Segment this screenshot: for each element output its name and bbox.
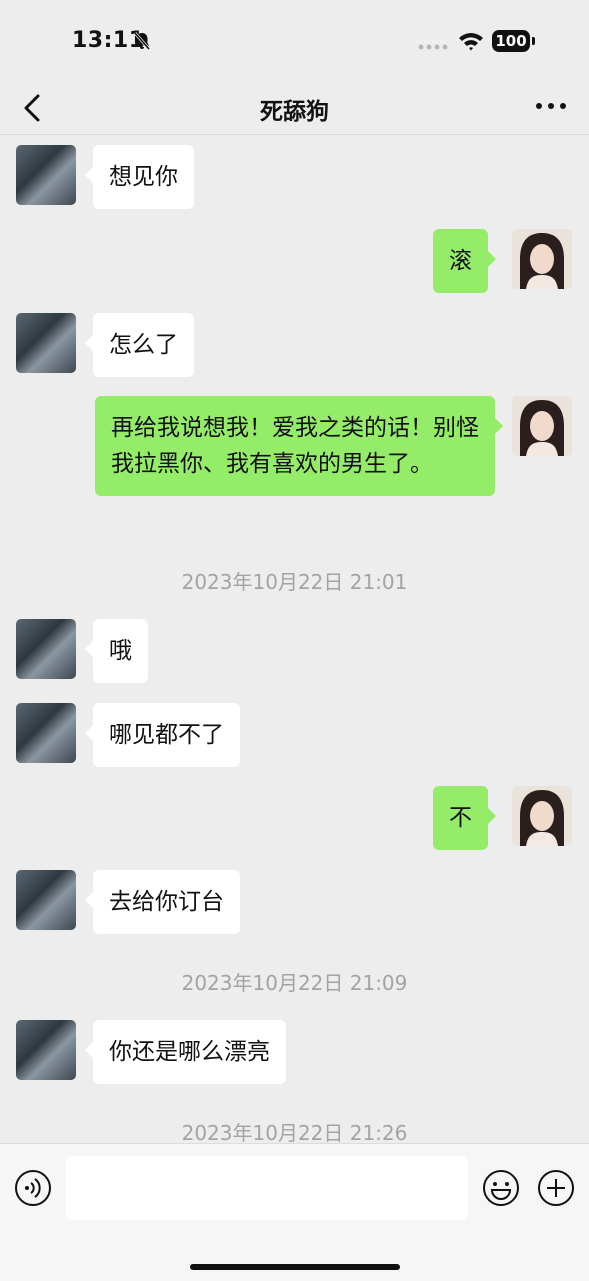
message-bubble-incoming[interactable]: 去给你订台 [85, 870, 240, 934]
contact-avatar[interactable] [16, 145, 76, 205]
user-avatar[interactable] [512, 786, 572, 846]
user-avatar[interactable] [512, 229, 572, 289]
home-indicator [190, 1264, 400, 1270]
battery-tip [532, 37, 535, 45]
message-input[interactable] [66, 1156, 468, 1220]
timestamp: 2023年10月22日 21:26 [181, 1121, 408, 1143]
contact-avatar[interactable] [16, 703, 76, 763]
contact-avatar[interactable] [16, 870, 76, 930]
status-bar: 13:11 100 [0, 0, 589, 84]
chat-title: 死舔狗 [260, 99, 329, 125]
battery-icon: 100 [492, 30, 536, 54]
wifi-icon [459, 33, 483, 51]
contact-avatar[interactable] [16, 1020, 76, 1080]
chat-messages[interactable]: 想见你 滚 怎么了 再给我说想我！爱我之类的话！别怪我拉黑你、我有喜欢的男生了。… [0, 135, 589, 1143]
timestamp: 2023年10月22日 21:09 [181, 971, 408, 995]
emoji-icon[interactable] [482, 1169, 520, 1207]
message-bubble-incoming[interactable]: 想见你 [85, 145, 194, 209]
add-more-icon[interactable] [537, 1169, 575, 1207]
contact-avatar[interactable] [16, 619, 76, 679]
message-bubble-incoming[interactable]: 你还是哪么漂亮 [85, 1020, 286, 1084]
more-options-icon[interactable] [533, 96, 569, 116]
message-bubble-outgoing[interactable]: 再给我说想我！爱我之类的话！别怪我拉黑你、我有喜欢的男生了。 [95, 396, 503, 496]
message-bubble-outgoing[interactable]: 不 [433, 786, 496, 850]
user-avatar[interactable] [512, 396, 572, 456]
battery-level: 100 [492, 30, 530, 52]
input-bar [0, 1143, 589, 1281]
timestamp: 2023年10月22日 21:01 [181, 570, 408, 594]
message-bubble-incoming[interactable]: 哦 [85, 619, 148, 683]
nav-bar: 死舔狗 [0, 84, 589, 135]
message-bubble-incoming[interactable]: 哪见都不了 [85, 703, 240, 767]
voice-input-icon[interactable] [14, 1169, 52, 1207]
bell-muted-icon [133, 32, 151, 50]
message-bubble-outgoing[interactable]: 滚 [433, 229, 496, 293]
cellular-signal-icon [418, 44, 448, 50]
contact-avatar[interactable] [16, 313, 76, 373]
message-bubble-incoming[interactable]: 怎么了 [85, 313, 194, 377]
